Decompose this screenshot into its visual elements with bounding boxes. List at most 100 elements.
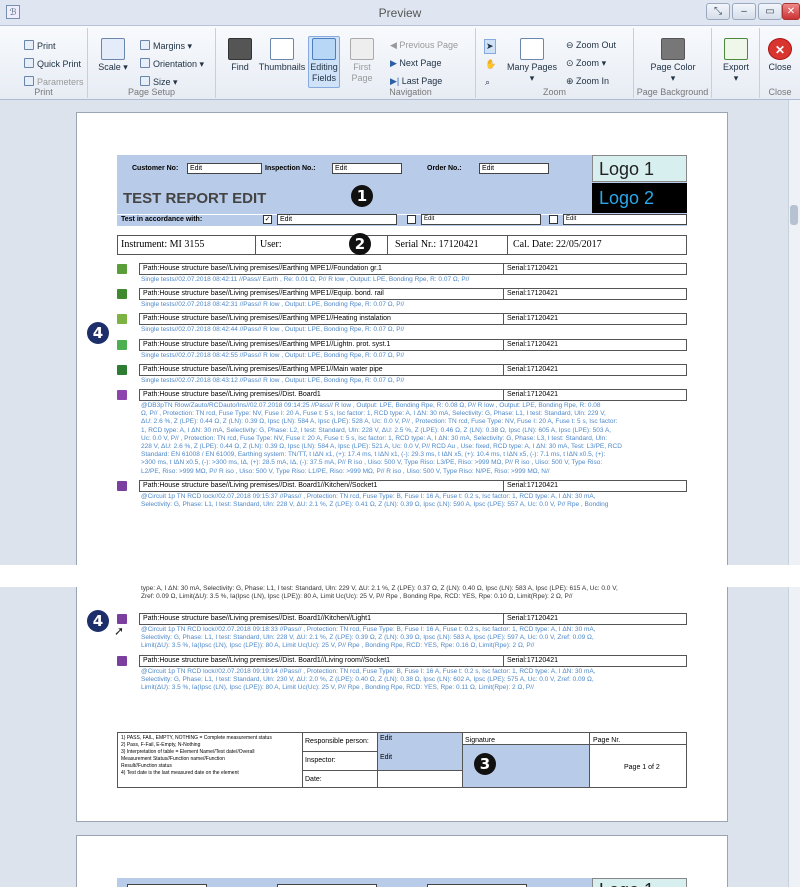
close-preview-button[interactable]: ✕ Close [762, 38, 798, 73]
footer-note: 2) Pass, F-Fail, E-Empty, N-Nothing [121, 742, 201, 748]
test-result-line: ΔU: 2.6 %, Z (LPE): 0.44 Ω, Z (LN): 0.39… [141, 418, 618, 426]
page-background-group-label: Page Background [636, 87, 709, 97]
test-result-line: 228 V, ΔU: 2.6 %, Z (LPE): 0.44 Ω, Z (LN… [141, 443, 622, 450]
vertical-scrollbar[interactable] [788, 100, 800, 887]
footer-divider-1 [302, 732, 303, 788]
row-divider [503, 338, 504, 351]
socket-icon[interactable] [117, 480, 127, 491]
test-result-line: Limit(ΔU): 3.5 %, Ia(Ipsc (LN), Ipsc (LP… [141, 684, 534, 691]
row-divider [503, 288, 504, 301]
continued-line: type: A, I ΔN: 30 mA, Selectivity: G, Ph… [141, 585, 618, 592]
page-background-group: Page Color ▾ Page Background [634, 28, 712, 98]
accordance-checkbox-2[interactable] [407, 215, 416, 224]
element-path: Path:House structure base//Living premis… [143, 481, 378, 489]
report-page-1: Customer No: Edit Inspection No.: Edit O… [76, 112, 728, 567]
scale-button[interactable]: Scale ▾ [97, 38, 129, 73]
test-result-line: Selectivity: G, Phase: L1, I test: Stand… [141, 634, 594, 642]
last-arrow-icon: ▶| [390, 76, 402, 86]
accordance-field-2[interactable]: Edit [421, 214, 541, 225]
order-no-field[interactable]: Edit [479, 163, 549, 174]
element-serial: Serial:17120421 [507, 290, 558, 298]
inspection-no-field[interactable]: Edit [332, 163, 402, 174]
size-icon [140, 76, 150, 86]
accordance-checkbox-3[interactable] [549, 215, 558, 224]
close-group-label: Close [768, 87, 792, 97]
element-serial: Serial:17120421 [507, 391, 558, 398]
test-result-line: @Circuit 1p TN RCD lock//02.07.2018 09:1… [141, 626, 596, 633]
zoom-dropdown[interactable]: ⊙ Zoom ▾ [566, 58, 606, 69]
callout-4-bottom: 4 [87, 610, 109, 632]
orientation-dropdown[interactable]: Orientation ▾ [140, 58, 204, 70]
last-page-button[interactable]: ▶| Last Page [390, 76, 442, 87]
serial-text: Serial Nr.: 17120421 [395, 239, 479, 250]
minimize-button[interactable]: – [732, 3, 756, 20]
zoom-in-button[interactable]: ⊕ Zoom In [566, 76, 609, 87]
pointer-tool[interactable]: ➤ [484, 39, 496, 54]
element-path: Path:House structure base//Living premis… [143, 615, 372, 622]
next-arrow-icon: ▶ [390, 58, 400, 68]
rail-icon[interactable] [117, 289, 127, 300]
restore-button[interactable]: ⤡ [706, 3, 730, 20]
first-page-button[interactable]: First Page [346, 38, 378, 84]
element-serial: Serial:17120421 [507, 315, 558, 323]
page-color-button[interactable]: Page Color ▾ [642, 38, 704, 84]
callout-3: 3 [474, 753, 496, 775]
responsible-field[interactable]: Edit [380, 734, 392, 744]
board-icon[interactable] [117, 390, 127, 400]
thumbnails-icon [270, 38, 294, 60]
margins-dropdown[interactable]: Margins ▾ [140, 40, 192, 52]
ground-icon[interactable] [117, 264, 127, 274]
test-result-line: Ω, P// , Protection: TN rcd, Fuse Type: … [141, 410, 606, 418]
accordance-field-3[interactable]: Edit [563, 214, 687, 225]
inspection-no-label: Inspection No.: [265, 165, 316, 172]
quick-print-button[interactable]: Quick Print [24, 58, 81, 70]
socket-icon[interactable] [117, 655, 127, 666]
row-divider [503, 613, 504, 625]
callout-2: 2 [349, 233, 371, 255]
inspector-field[interactable]: Edit [380, 753, 392, 763]
maximize-button[interactable]: ▭ [758, 3, 782, 20]
accordance-field-1[interactable]: Edit [277, 214, 397, 225]
hand-tool[interactable]: ✋ [485, 59, 496, 70]
test-result-line: L2/PE, Riso: >999 MΩ, P// R iso , Uiso: … [141, 467, 550, 475]
light-icon[interactable] [117, 614, 127, 624]
paint-icon [661, 38, 685, 60]
scrollbar-thumb[interactable] [790, 205, 798, 225]
previous-page-button[interactable]: ◀ Previous Page [390, 40, 458, 51]
element-path: Path:House structure base//Living premis… [143, 365, 383, 373]
find-button[interactable]: Find [222, 38, 258, 73]
page-setup-group: Scale ▾ Margins ▾ Orientation ▾ Size ▾ P… [88, 28, 216, 98]
editing-fields-button[interactable]: Editing Fields [308, 38, 340, 84]
many-pages-button[interactable]: Many Pages ▾ [506, 38, 558, 84]
signature-label: Signature [465, 737, 495, 744]
export-button[interactable]: Export ▾ [718, 38, 754, 84]
element-path: Path:House structure base//Living premis… [143, 290, 384, 298]
test-result-line: Standard: EN 61008 / EN 61009, Earthing … [141, 451, 606, 459]
accordance-checkbox-1[interactable]: ✓ [263, 215, 272, 224]
report-title[interactable]: TEST REPORT EDIT [123, 189, 266, 209]
test-result-line: @DB3pTN Rlow/Zauto/RCDauto/Ins//02.07.20… [141, 402, 601, 409]
test-result-line: Selectivity: G, Phase: L1, I test: Stand… [141, 675, 594, 683]
next-page-button[interactable]: ▶ Next Page [390, 58, 441, 69]
element-path: Path:House structure base//Living premis… [143, 265, 382, 272]
test-result-line: Single tests//02.07.2018 08:42:31 //Pass… [141, 301, 405, 309]
element-serial: Serial:17120421 [507, 340, 558, 348]
lightning-icon[interactable] [117, 339, 127, 350]
test-result-line: 1, RCD type: A, I ΔN: 30 mA, Selectivity… [141, 426, 612, 434]
inspector-label: Inspector: [305, 757, 336, 764]
heating-icon[interactable] [117, 314, 127, 325]
zoom-out-button[interactable]: ⊖ Zoom Out [566, 40, 616, 51]
report-page-2: Logo 1 [76, 835, 728, 887]
water-pipe-icon[interactable] [117, 364, 127, 375]
navigation-group-label: Navigation [389, 87, 432, 97]
first-page-icon [350, 38, 374, 60]
continued-line: Zref: 0.09 Ω, Limit(ΔU): 3.5 %, Ia(Ipsc … [141, 593, 573, 601]
close-window-button[interactable]: ✕ [782, 3, 800, 20]
page-of-text: Page 1 of 2 [624, 764, 660, 771]
callout-4-top: 4 [87, 322, 109, 344]
report-page-1-continued: Responsible person: Inspector: Date: Edi… [76, 585, 728, 822]
customer-no-field[interactable]: Edit [187, 163, 262, 174]
thumbnails-button[interactable]: Thumbnails [256, 38, 308, 73]
print-button[interactable]: Print [24, 40, 56, 52]
export-group: Export ▾ [712, 28, 760, 98]
